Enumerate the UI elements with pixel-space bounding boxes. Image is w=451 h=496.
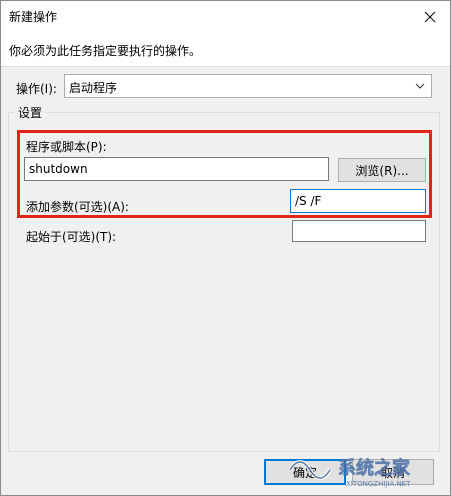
close-icon xyxy=(424,11,436,22)
program-label: 程序或脚本(P): xyxy=(26,140,107,154)
cancel-button-label: 取消 xyxy=(380,465,405,480)
cancel-button[interactable]: 取消 xyxy=(352,459,434,485)
action-dropdown[interactable]: 启动程序 xyxy=(64,74,432,98)
instruction-panel: 你必须为此任务指定要执行的操作。 xyxy=(1,32,450,67)
action-selected-value: 启动程序 xyxy=(69,81,118,95)
start-in-label: 起始于(可选)(T): xyxy=(26,230,117,244)
ok-button[interactable]: 确定 xyxy=(264,459,346,485)
window-title: 新建操作 xyxy=(9,10,58,24)
ok-button-label: 确定 xyxy=(292,465,317,480)
browse-button[interactable]: 浏览(R)... xyxy=(338,158,426,182)
settings-legend: 设置 xyxy=(14,104,47,121)
close-button[interactable] xyxy=(410,1,450,32)
title-bar: 新建操作 xyxy=(1,1,450,32)
arguments-input[interactable] xyxy=(290,189,426,213)
chevron-down-icon xyxy=(415,83,425,89)
browse-button-label: 浏览(R)... xyxy=(355,163,409,178)
program-input[interactable] xyxy=(24,157,329,181)
start-in-input[interactable] xyxy=(292,220,426,242)
instruction-text: 你必须为此任务指定要执行的操作。 xyxy=(9,44,202,58)
arguments-label: 添加参数(可选)(A): xyxy=(26,200,129,214)
action-label: 操作(I): xyxy=(16,82,57,96)
